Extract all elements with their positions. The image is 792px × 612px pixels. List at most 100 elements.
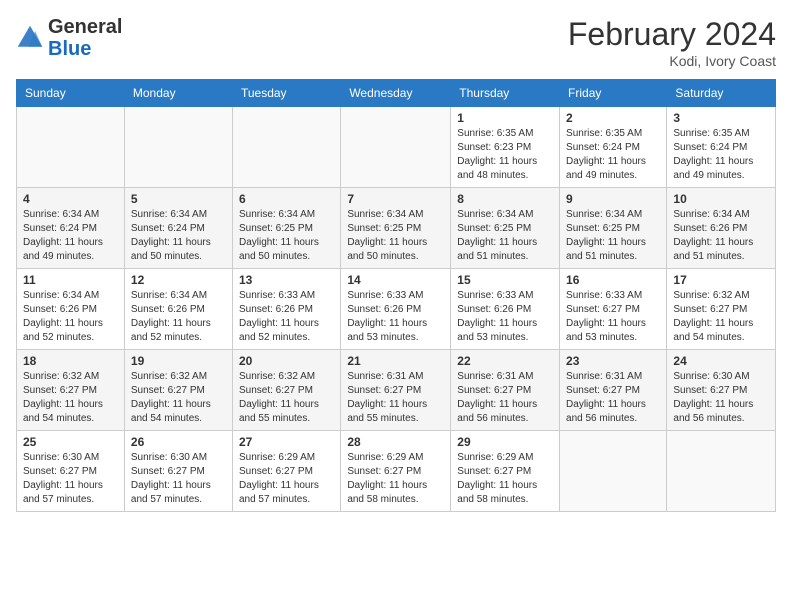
day-number: 19 — [131, 354, 226, 368]
calendar-cell: 25 Sunrise: 6:30 AM Sunset: 6:27 PM Dayli… — [17, 431, 125, 512]
calendar-cell: 9 Sunrise: 6:34 AM Sunset: 6:25 PM Daylig… — [560, 188, 667, 269]
day-info: Sunrise: 6:34 AM Sunset: 6:25 PM Dayligh… — [347, 208, 444, 264]
day-info: Sunrise: 6:34 AM Sunset: 6:26 PM Dayligh… — [23, 289, 118, 345]
day-info: Sunrise: 6:31 AM Sunset: 6:27 PM Dayligh… — [457, 370, 553, 426]
day-info: Sunrise: 6:30 AM Sunset: 6:27 PM Dayligh… — [673, 370, 769, 426]
day-info: Sunrise: 6:31 AM Sunset: 6:27 PM Dayligh… — [566, 370, 660, 426]
day-info: Sunrise: 6:31 AM Sunset: 6:27 PM Dayligh… — [347, 370, 444, 426]
calendar-week-row: 18 Sunrise: 6:32 AM Sunset: 6:27 PM Dayli… — [17, 350, 776, 431]
day-info: Sunrise: 6:29 AM Sunset: 6:27 PM Dayligh… — [347, 451, 444, 507]
calendar-cell: 11 Sunrise: 6:34 AM Sunset: 6:26 PM Dayli… — [17, 269, 125, 350]
day-info: Sunrise: 6:30 AM Sunset: 6:27 PM Dayligh… — [131, 451, 226, 507]
calendar-week-row: 25 Sunrise: 6:30 AM Sunset: 6:27 PM Dayli… — [17, 431, 776, 512]
day-number: 5 — [131, 192, 226, 206]
month-year-title: February 2024 — [568, 16, 776, 53]
day-info: Sunrise: 6:34 AM Sunset: 6:25 PM Dayligh… — [457, 208, 553, 264]
calendar-cell: 3 Sunrise: 6:35 AM Sunset: 6:24 PM Daylig… — [667, 107, 776, 188]
calendar-cell — [667, 431, 776, 512]
day-info: Sunrise: 6:33 AM Sunset: 6:26 PM Dayligh… — [347, 289, 444, 345]
day-number: 8 — [457, 192, 553, 206]
calendar-cell: 13Sunrise: 6:33 AM Sunset: 6:26 PM Dayli… — [232, 269, 340, 350]
day-info: Sunrise: 6:34 AM Sunset: 6:25 PM Dayligh… — [566, 208, 660, 264]
day-number: 11 — [23, 273, 118, 287]
day-number: 9 — [566, 192, 660, 206]
day-info: Sunrise: 6:32 AM Sunset: 6:27 PM Dayligh… — [673, 289, 769, 345]
day-number: 22 — [457, 354, 553, 368]
day-number: 29 — [457, 435, 553, 449]
logo-general-text: General — [48, 16, 122, 38]
day-info: Sunrise: 6:35 AM Sunset: 6:24 PM Dayligh… — [566, 127, 660, 183]
day-number: 1 — [457, 111, 553, 125]
calendar-cell: 2 Sunrise: 6:35 AM Sunset: 6:24 PM Daylig… — [560, 107, 667, 188]
day-number: 15 — [457, 273, 553, 287]
day-number: 2 — [566, 111, 660, 125]
calendar-cell: 10 Sunrise: 6:34 AM Sunset: 6:26 PM Dayli… — [667, 188, 776, 269]
day-info: Sunrise: 6:34 AM Sunset: 6:26 PM Dayligh… — [673, 208, 769, 264]
calendar-cell — [232, 107, 340, 188]
calendar-cell — [124, 107, 232, 188]
calendar-cell: 23 Sunrise: 6:31 AM Sunset: 6:27 PM Dayli… — [560, 350, 667, 431]
day-number: 18 — [23, 354, 118, 368]
logo: General Blue — [16, 16, 122, 60]
calendar-cell: 20 Sunrise: 6:32 AM Sunset: 6:27 PM Dayli… — [232, 350, 340, 431]
location-subtitle: Kodi, Ivory Coast — [568, 53, 776, 69]
calendar-cell: 21 Sunrise: 6:31 AM Sunset: 6:27 PM Dayli… — [341, 350, 451, 431]
logo-blue-text: Blue — [48, 38, 91, 60]
calendar-cell: 12 Sunrise: 6:34 AM Sunset: 6:26 PM Dayli… — [124, 269, 232, 350]
calendar-week-row: 4 Sunrise: 6:34 AM Sunset: 6:24 PM Daylig… — [17, 188, 776, 269]
calendar-cell: 22 Sunrise: 6:31 AM Sunset: 6:27 PM Dayli… — [451, 350, 560, 431]
weekday-header-tuesday: Tuesday — [232, 80, 340, 107]
day-number: 26 — [131, 435, 226, 449]
calendar-cell — [17, 107, 125, 188]
day-number: 17 — [673, 273, 769, 287]
calendar-cell: 4 Sunrise: 6:34 AM Sunset: 6:24 PM Daylig… — [17, 188, 125, 269]
weekday-header-friday: Friday — [560, 80, 667, 107]
day-number: 7 — [347, 192, 444, 206]
calendar-cell: 8 Sunrise: 6:34 AM Sunset: 6:25 PM Daylig… — [451, 188, 560, 269]
day-number: 4 — [23, 192, 118, 206]
day-number: 21 — [347, 354, 444, 368]
day-number: 28 — [347, 435, 444, 449]
weekday-header-row: SundayMondayTuesdayWednesdayThursdayFrid… — [17, 80, 776, 107]
calendar-cell: 14Sunrise: 6:33 AM Sunset: 6:26 PM Dayli… — [341, 269, 451, 350]
day-number: 10 — [673, 192, 769, 206]
weekday-header-sunday: Sunday — [17, 80, 125, 107]
day-number: 20 — [239, 354, 334, 368]
day-info: Sunrise: 6:32 AM Sunset: 6:27 PM Dayligh… — [23, 370, 118, 426]
weekday-header-wednesday: Wednesday — [341, 80, 451, 107]
calendar-week-row: 11 Sunrise: 6:34 AM Sunset: 6:26 PM Dayli… — [17, 269, 776, 350]
day-number: 27 — [239, 435, 334, 449]
day-info: Sunrise: 6:34 AM Sunset: 6:25 PM Dayligh… — [239, 208, 334, 264]
day-number: 13 — [239, 273, 334, 287]
calendar-cell: 26 Sunrise: 6:30 AM Sunset: 6:27 PM Dayli… — [124, 431, 232, 512]
calendar-cell: 29 Sunrise: 6:29 AM Sunset: 6:27 PM Dayli… — [451, 431, 560, 512]
day-info: Sunrise: 6:32 AM Sunset: 6:27 PM Dayligh… — [131, 370, 226, 426]
day-number: 23 — [566, 354, 660, 368]
calendar-cell: 27 Sunrise: 6:29 AM Sunset: 6:27 PM Dayli… — [232, 431, 340, 512]
calendar-cell: 18 Sunrise: 6:32 AM Sunset: 6:27 PM Dayli… — [17, 350, 125, 431]
weekday-header-monday: Monday — [124, 80, 232, 107]
day-info: Sunrise: 6:34 AM Sunset: 6:24 PM Dayligh… — [23, 208, 118, 264]
page-header: General Blue February 2024 Kodi, Ivory C… — [16, 16, 776, 69]
calendar-cell: 5 Sunrise: 6:34 AM Sunset: 6:24 PM Daylig… — [124, 188, 232, 269]
day-number: 3 — [673, 111, 769, 125]
day-info: Sunrise: 6:30 AM Sunset: 6:27 PM Dayligh… — [23, 451, 118, 507]
day-info: Sunrise: 6:34 AM Sunset: 6:26 PM Dayligh… — [131, 289, 226, 345]
day-info: Sunrise: 6:32 AM Sunset: 6:27 PM Dayligh… — [239, 370, 334, 426]
day-info: Sunrise: 6:33 AM Sunset: 6:27 PM Dayligh… — [566, 289, 660, 345]
day-number: 12 — [131, 273, 226, 287]
day-info: Sunrise: 6:35 AM Sunset: 6:23 PM Dayligh… — [457, 127, 553, 183]
calendar-cell: 24Sunrise: 6:30 AM Sunset: 6:27 PM Dayli… — [667, 350, 776, 431]
day-info: Sunrise: 6:29 AM Sunset: 6:27 PM Dayligh… — [239, 451, 334, 507]
day-info: Sunrise: 6:33 AM Sunset: 6:26 PM Dayligh… — [457, 289, 553, 345]
calendar-cell: 1 Sunrise: 6:35 AM Sunset: 6:23 PM Daylig… — [451, 107, 560, 188]
weekday-header-thursday: Thursday — [451, 80, 560, 107]
day-number: 25 — [23, 435, 118, 449]
calendar-cell: 16Sunrise: 6:33 AM Sunset: 6:27 PM Dayli… — [560, 269, 667, 350]
weekday-header-saturday: Saturday — [667, 80, 776, 107]
day-info: Sunrise: 6:34 AM Sunset: 6:24 PM Dayligh… — [131, 208, 226, 264]
calendar-cell: 15 Sunrise: 6:33 AM Sunset: 6:26 PM Dayli… — [451, 269, 560, 350]
day-info: Sunrise: 6:35 AM Sunset: 6:24 PM Dayligh… — [673, 127, 769, 183]
calendar-table: SundayMondayTuesdayWednesdayThursdayFrid… — [16, 79, 776, 512]
day-info: Sunrise: 6:29 AM Sunset: 6:27 PM Dayligh… — [457, 451, 553, 507]
